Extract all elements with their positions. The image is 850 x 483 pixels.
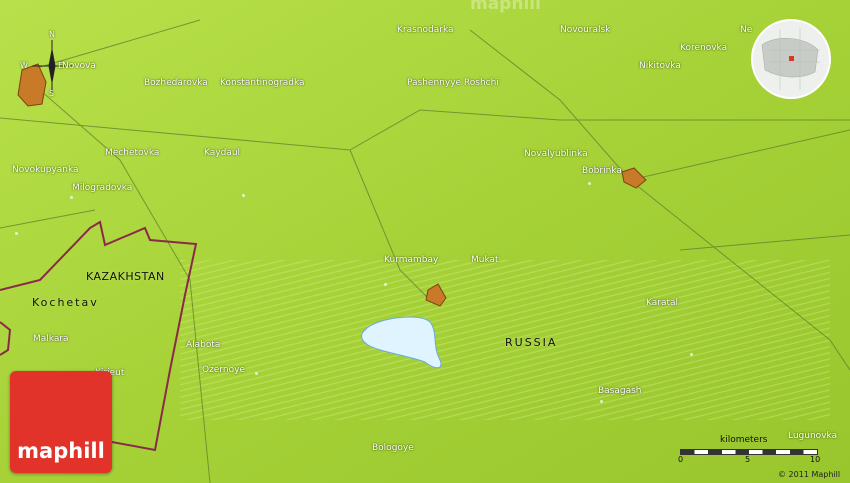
place-label[interactable]: Ozernoye — [202, 365, 245, 375]
place-label[interactable]: Alabota — [186, 340, 220, 350]
place-label[interactable]: Milogradovka — [72, 183, 132, 193]
place-label[interactable]: Bologoye — [372, 443, 414, 453]
logo-text: maphill — [17, 439, 105, 463]
settlement-dot — [384, 283, 387, 286]
scale-tick: 0 — [678, 455, 684, 464]
physical-map[interactable] — [0, 0, 850, 483]
place-label[interactable]: Basagash — [598, 386, 642, 396]
place-label[interactable]: Novokupyanka — [12, 165, 79, 175]
watermark: maphill — [470, 0, 541, 14]
place-label[interactable]: Nikitovka — [639, 61, 681, 71]
place-label[interactable]: Mechetovka — [105, 148, 159, 158]
place-label[interactable]: Karatal — [646, 298, 678, 308]
place-label[interactable]: Korenovka — [680, 43, 727, 53]
settlement-dot — [255, 372, 258, 375]
place-label[interactable]: Kurmambay — [384, 255, 438, 265]
compass-s: S — [49, 89, 55, 98]
settlement-dot — [70, 196, 73, 199]
globe-locator-icon — [751, 19, 831, 99]
settlement-dot — [15, 232, 18, 235]
compass-w: W — [20, 61, 28, 70]
place-label[interactable]: Pashennyye Roshchi — [407, 78, 499, 88]
settlement-dot — [588, 182, 591, 185]
scale-title: kilometers — [720, 435, 768, 445]
region-label-kochetav[interactable]: Kochetav — [32, 296, 99, 309]
settlement-dot — [242, 194, 245, 197]
place-label[interactable]: Kaydaul — [204, 148, 240, 158]
place-label[interactable]: Bozhedarovka — [144, 78, 208, 88]
place-label[interactable]: Malkara — [33, 334, 69, 344]
settlement-dot — [690, 353, 693, 356]
country-label-kazakhstan[interactable]: KAZAKHSTAN — [86, 270, 165, 283]
place-label[interactable]: Novova — [62, 61, 96, 71]
scale-bar: kilometers 0 5 10 — [678, 435, 821, 468]
compass-n: N — [49, 30, 55, 39]
copyright: © 2011 Maphill — [778, 470, 841, 479]
place-label[interactable]: Ne — [740, 25, 752, 35]
place-label[interactable]: Krasnodarka — [397, 25, 454, 35]
place-label[interactable]: Novalyublinka — [524, 149, 588, 159]
scale-tick: 10 — [810, 455, 821, 464]
place-label[interactable]: Konstantinogradka — [220, 78, 305, 88]
settlement-dot — [600, 400, 603, 403]
place-label[interactable]: Bobrinka — [582, 166, 622, 176]
scale-tick: 5 — [745, 455, 751, 464]
place-label[interactable]: Novouralsk — [560, 25, 610, 35]
country-label-russia[interactable]: RUSSIA — [505, 336, 557, 349]
maphill-logo[interactable]: maphill — [10, 371, 112, 473]
place-label[interactable]: Mukat — [471, 255, 499, 265]
